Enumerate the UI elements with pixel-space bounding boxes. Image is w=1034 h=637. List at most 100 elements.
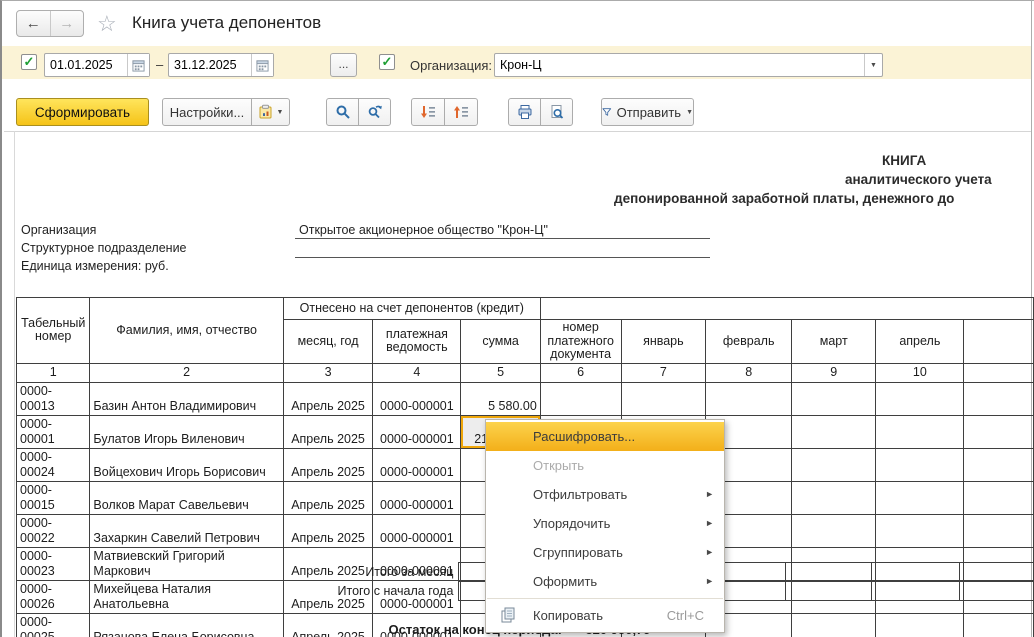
col-number: 2 [90,363,283,382]
table-cell[interactable] [621,382,706,415]
back-arrow-icon: ← [26,15,41,32]
checkmark-icon: ✓ [24,55,35,68]
generate-button[interactable]: Сформировать [16,98,149,126]
calendar-button[interactable] [251,54,273,76]
organization-label: Организация: [410,58,492,73]
chevron-down-icon: ▼ [870,62,877,69]
col-header-feb: февраль [706,320,792,364]
table-cell[interactable] [876,382,964,415]
table-cell[interactable]: 0000-00015 [17,481,90,514]
menu-item-label: Копировать [533,608,603,623]
table-cell[interactable] [792,613,876,637]
table-cell[interactable]: 0000-000001 [373,481,461,514]
table-cell[interactable] [964,415,1034,448]
table-cell[interactable] [876,514,964,547]
favorite-star-icon[interactable]: ☆ [97,11,117,37]
report-left-edge [14,131,15,637]
table-cell[interactable]: Апрель 2025 [283,481,373,514]
context-menu-item[interactable]: Упорядочить► [486,509,724,538]
table-cell[interactable] [964,448,1034,481]
menu-item-label: Отфильтровать [533,487,627,502]
col-header-apr: апрель [876,320,964,364]
totals-month-cell[interactable] [871,563,960,582]
table-cell[interactable] [876,415,964,448]
context-menu-item[interactable]: КопироватьCtrl+C [486,601,724,630]
table-cell[interactable]: 0000-00025 [17,613,90,637]
table-cell[interactable]: Апрель 2025 [283,415,373,448]
table-cell[interactable] [964,613,1034,637]
settings-button[interactable]: Настройки... [162,98,252,126]
back-button[interactable]: ← [17,11,50,36]
totals-year-cell[interactable] [960,582,1034,601]
table-cell[interactable] [792,514,876,547]
period-checkbox[interactable]: ✓ [21,54,37,70]
table-cell[interactable] [792,415,876,448]
table-row[interactable]: 0000-00013Базин Антон ВладимировичАпрель… [17,382,1034,415]
table-cell[interactable]: 0000-00022 [17,514,90,547]
table-cell[interactable] [876,448,964,481]
table-cell[interactable] [964,481,1034,514]
report-title-line3: депонированной заработной платы, денежно… [614,191,954,206]
table-cell[interactable] [706,382,792,415]
table-cell[interactable]: Захаркин Савелий Петрович [90,514,283,547]
table-cell[interactable]: 5 580.00 [461,382,540,415]
context-menu-item[interactable]: Оформить► [486,567,724,596]
period-more-button[interactable]: ... [330,53,357,77]
totals-month-cell[interactable] [960,563,1034,582]
table-cell[interactable]: Апрель 2025 [283,514,373,547]
table-cell[interactable]: Булатов Игорь Виленович [90,415,283,448]
report-top-divider [4,131,1032,132]
col-number: 5 [461,363,540,382]
calendar-button[interactable] [127,54,149,76]
context-menu-item[interactable]: Расшифровать... [486,422,724,451]
table-cell[interactable]: 0000-00013 [17,382,90,415]
menu-separator [487,598,723,599]
table-cell[interactable] [876,613,964,637]
period-to-field [168,53,274,77]
send-button[interactable]: Отправить ▼ [601,98,694,126]
totals-year-cell[interactable] [785,582,871,601]
table-cell[interactable] [876,481,964,514]
organization-input[interactable] [495,54,864,76]
table-cell[interactable] [792,382,876,415]
table-cell[interactable]: Войцехович Игорь Борисович [90,448,283,481]
report-variants-button[interactable]: ▼ [251,98,290,126]
table-cell[interactable]: 0000-000001 [373,382,461,415]
period-from-input[interactable] [45,54,127,76]
table-cell[interactable]: Волков Марат Савельевич [90,481,283,514]
organization-checkbox[interactable]: ✓ [379,54,395,70]
report-title-line2: аналитического учета [845,172,992,187]
print-button[interactable] [508,98,541,126]
organization-dropdown-button[interactable]: ▼ [864,54,882,76]
search-button[interactable] [326,98,359,126]
table-cell[interactable]: Базин Антон Владимирович [90,382,283,415]
period-to-input[interactable] [169,54,251,76]
context-menu-item[interactable]: Сгруппировать► [486,538,724,567]
table-cell[interactable]: 0000-000001 [373,448,461,481]
print-preview-button[interactable] [540,98,573,126]
search-next-button[interactable] [358,98,391,126]
totals-month-cell[interactable] [785,563,871,582]
group-header-empty [540,298,1033,320]
table-cell[interactable]: 0000-000001 [373,514,461,547]
calendar-icon [256,59,269,72]
table-cell[interactable] [964,382,1034,415]
table-cell[interactable] [792,448,876,481]
period-dash: – [156,57,163,72]
table-cell[interactable] [964,514,1034,547]
table-cell[interactable]: Апрель 2025 [283,448,373,481]
table-cell[interactable] [792,481,876,514]
table-cell[interactable]: 0000-00024 [17,448,90,481]
totals-month-label: Итого за месяц [16,563,459,582]
table-cell[interactable] [540,382,621,415]
table-cell[interactable]: 0000-00001 [17,415,90,448]
context-menu-item[interactable]: Отфильтровать► [486,480,724,509]
forward-button[interactable]: → [50,11,84,36]
checkmark-icon: ✓ [382,55,393,68]
table-cell[interactable]: Апрель 2025 [283,382,373,415]
totals-year-cell[interactable] [871,582,960,601]
search-next-icon [367,104,383,120]
sort-ascending-button[interactable] [444,98,478,126]
sort-descending-button[interactable] [411,98,445,126]
table-cell[interactable]: 0000-000001 [373,415,461,448]
